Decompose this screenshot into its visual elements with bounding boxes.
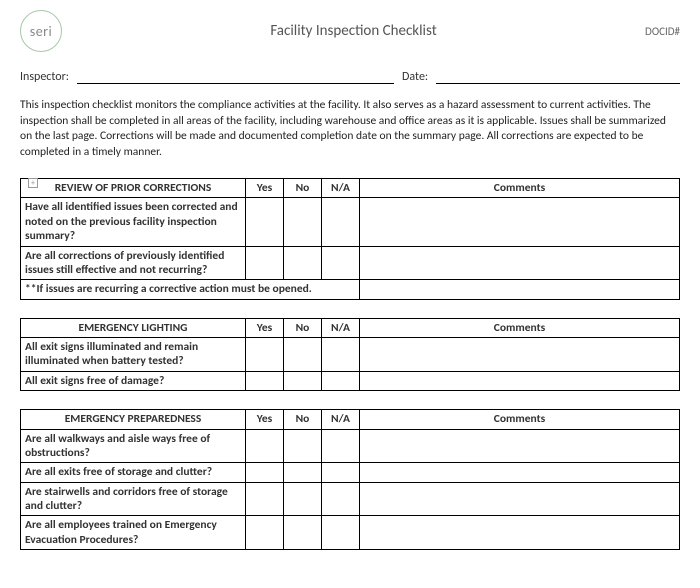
table-row: Are all walkways and aisle ways free of … — [21, 429, 680, 463]
no-cell[interactable] — [284, 198, 322, 246]
yes-cell[interactable] — [246, 463, 284, 482]
no-cell[interactable] — [284, 482, 322, 516]
yes-cell[interactable] — [246, 338, 284, 372]
na-cell[interactable] — [322, 198, 360, 246]
no-cell[interactable] — [284, 246, 322, 280]
table-header-row: REVIEW OF PRIOR CORRECTIONS Yes No N/A C… — [21, 179, 680, 198]
date-input-line[interactable] — [436, 68, 680, 84]
yes-cell[interactable] — [246, 429, 284, 463]
yes-cell[interactable] — [246, 482, 284, 516]
question-cell: All exit signs free of damage? — [21, 371, 246, 390]
na-cell[interactable] — [322, 516, 360, 550]
form-fields: Inspector: Date: — [20, 68, 680, 84]
comments-cell[interactable] — [360, 246, 680, 280]
comments-cell[interactable] — [360, 338, 680, 372]
question-cell: Are all walkways and aisle ways free of … — [21, 429, 246, 463]
table-row: Are all employees trained on Emergency E… — [21, 516, 680, 550]
intro-text: This inspection checklist monitors the c… — [20, 98, 680, 160]
no-cell[interactable] — [284, 429, 322, 463]
yes-cell[interactable] — [246, 371, 284, 390]
comments-cell[interactable] — [360, 482, 680, 516]
table-emergency-preparedness: EMERGENCY PREPAREDNESS Yes No N/A Commen… — [20, 409, 680, 550]
logo-text: seri — [30, 23, 53, 40]
na-cell[interactable] — [322, 429, 360, 463]
no-cell[interactable] — [284, 516, 322, 550]
logo: seri — [20, 10, 62, 52]
col-no: No — [284, 179, 322, 198]
col-na: N/A — [322, 410, 360, 429]
col-yes: Yes — [246, 410, 284, 429]
table-row: All exit signs free of damage? — [21, 371, 680, 390]
yes-cell[interactable] — [246, 246, 284, 280]
date-label: Date: — [402, 70, 428, 84]
col-no: No — [284, 318, 322, 337]
note-comments-cell — [360, 280, 680, 299]
table-row: Have all identified issues been correcte… — [21, 198, 680, 246]
na-cell[interactable] — [322, 371, 360, 390]
col-comments: Comments — [360, 179, 680, 198]
no-cell[interactable] — [284, 371, 322, 390]
question-cell: All exit signs illuminated and remain il… — [21, 338, 246, 372]
question-cell: Are all corrections of previously identi… — [21, 246, 246, 280]
no-cell[interactable] — [284, 463, 322, 482]
question-cell: Are stairwells and corridors free of sto… — [21, 482, 246, 516]
question-cell: Have all identified issues been correcte… — [21, 198, 246, 246]
col-yes: Yes — [246, 318, 284, 337]
yes-cell[interactable] — [246, 198, 284, 246]
inspector-label: Inspector: — [20, 70, 69, 84]
docid-label: DOCID# — [645, 25, 680, 38]
na-cell[interactable] — [322, 463, 360, 482]
section-title: EMERGENCY LIGHTING — [21, 318, 246, 337]
question-cell: Are all exits free of storage and clutte… — [21, 463, 246, 482]
col-comments: Comments — [360, 410, 680, 429]
table-review-prior-corrections: REVIEW OF PRIOR CORRECTIONS Yes No N/A C… — [20, 178, 680, 300]
yes-cell[interactable] — [246, 516, 284, 550]
section-title: EMERGENCY PREPAREDNESS — [21, 410, 246, 429]
note-cell: **If issues are recurring a corrective a… — [21, 280, 360, 299]
na-cell[interactable] — [322, 482, 360, 516]
col-yes: Yes — [246, 179, 284, 198]
table-emergency-lighting: EMERGENCY LIGHTING Yes No N/A Comments A… — [20, 318, 680, 392]
table-header-row: EMERGENCY LIGHTING Yes No N/A Comments — [21, 318, 680, 337]
inspector-input-line[interactable] — [77, 68, 394, 84]
na-cell[interactable] — [322, 246, 360, 280]
comments-cell[interactable] — [360, 198, 680, 246]
col-na: N/A — [322, 179, 360, 198]
table-row: All exit signs illuminated and remain il… — [21, 338, 680, 372]
comments-cell[interactable] — [360, 429, 680, 463]
header: seri Facility Inspection Checklist DOCID… — [20, 10, 680, 52]
col-na: N/A — [322, 318, 360, 337]
no-cell[interactable] — [284, 338, 322, 372]
col-no: No — [284, 410, 322, 429]
table-row: Are all corrections of previously identi… — [21, 246, 680, 280]
col-comments: Comments — [360, 318, 680, 337]
comments-cell[interactable] — [360, 463, 680, 482]
page-title: Facility Inspection Checklist — [270, 22, 436, 40]
comments-cell[interactable] — [360, 516, 680, 550]
table-row: Are stairwells and corridors free of sto… — [21, 482, 680, 516]
table-anchor-icon: + — [28, 178, 38, 188]
comments-cell[interactable] — [360, 371, 680, 390]
table-row: Are all exits free of storage and clutte… — [21, 463, 680, 482]
na-cell[interactable] — [322, 338, 360, 372]
table-note-row: **If issues are recurring a corrective a… — [21, 280, 680, 299]
section-title: REVIEW OF PRIOR CORRECTIONS — [21, 179, 246, 198]
question-cell: Are all employees trained on Emergency E… — [21, 516, 246, 550]
table-header-row: EMERGENCY PREPAREDNESS Yes No N/A Commen… — [21, 410, 680, 429]
